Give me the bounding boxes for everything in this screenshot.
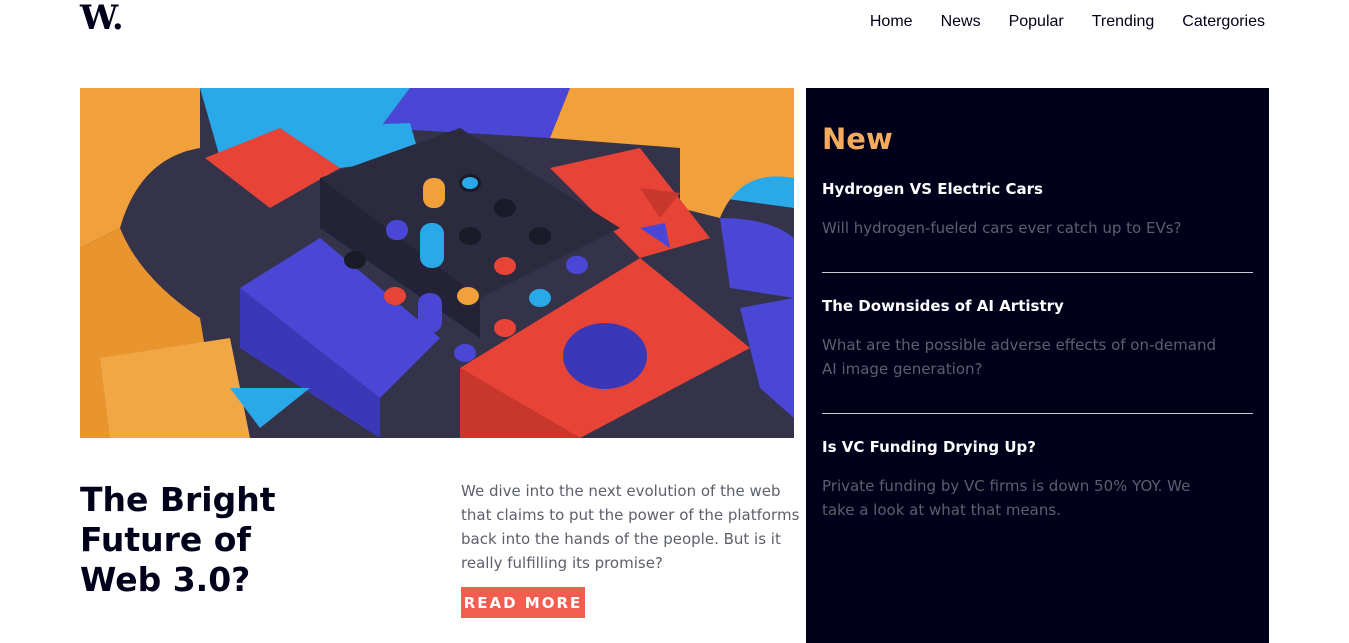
site-logo[interactable]: W. <box>80 0 124 38</box>
nav-popular[interactable]: Popular <box>1009 13 1064 31</box>
divider <box>822 272 1253 273</box>
news-item-title[interactable]: Is VC Funding Drying Up? <box>822 438 1253 456</box>
main-nav: Home News Popular Trending Catergories <box>870 13 1265 31</box>
read-more-button[interactable]: READ MORE <box>461 587 585 618</box>
feature-headline[interactable]: The Bright Future of Web 3.0? <box>80 480 340 600</box>
abstract-blocks-illustration <box>80 88 794 438</box>
nav-news[interactable]: News <box>941 13 981 31</box>
hero-image <box>80 88 794 438</box>
news-item-summary: Private funding by VC firms is down 50% … <box>822 477 1191 519</box>
news-item-vc-funding: Is VC Funding Drying Up? Private funding… <box>822 438 1253 519</box>
feature-summary: We dive into the next evolution of the w… <box>461 482 800 572</box>
nav-categories[interactable]: Catergories <box>1182 13 1265 31</box>
news-item-ai-artistry: The Downsides of AI Artistry What are th… <box>822 297 1253 378</box>
news-item-title[interactable]: The Downsides of AI Artistry <box>822 297 1253 315</box>
news-item-summary: What are the possible adverse effects of… <box>822 336 1216 378</box>
news-item-summary: Will hydrogen-fueled cars ever catch up … <box>822 219 1182 237</box>
new-panel-title: New <box>822 122 893 156</box>
divider <box>822 413 1253 414</box>
nav-trending[interactable]: Trending <box>1092 13 1155 31</box>
nav-home[interactable]: Home <box>870 13 913 31</box>
news-item-title[interactable]: Hydrogen VS Electric Cars <box>822 180 1253 198</box>
new-articles-panel: New Hydrogen VS Electric Cars Will hydro… <box>806 88 1269 643</box>
news-item-hydrogen: Hydrogen VS Electric Cars Will hydrogen-… <box>822 180 1253 237</box>
